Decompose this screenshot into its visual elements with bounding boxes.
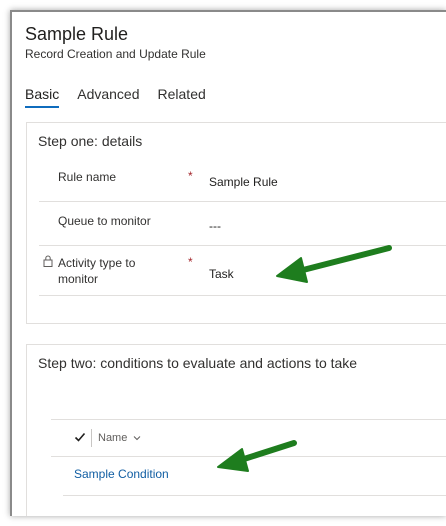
queue-label: Queue to monitor [58,214,151,228]
condition-link[interactable]: Sample Condition [74,467,169,481]
field-rule-name: Rule name * Sample Rule [39,159,446,202]
rule-name-value[interactable]: Sample Rule [209,175,278,189]
lock-icon [43,255,53,267]
window-frame: Sample Rule Record Creation and Update R… [10,10,446,516]
queue-value[interactable]: --- [209,219,221,233]
checkmark-icon[interactable] [74,431,86,443]
rule-name-label: Rule name [58,170,117,184]
page-subtitle: Record Creation and Update Rule [25,47,206,61]
required-indicator: * [188,255,193,269]
column-divider [91,429,92,447]
column-header-name[interactable]: Name [98,432,141,444]
step-two-section: Step two: conditions to evaluate and act… [26,344,446,516]
chevron-down-icon [134,436,141,441]
arrow-icon [276,245,392,283]
column-header-label: Name [98,432,128,444]
tab-bar: Basic Advanced Related [25,86,206,108]
tab-advanced[interactable]: Advanced [77,86,139,102]
activity-type-label: Activity type to monitor [58,256,136,286]
step-one-title: Step one: details [38,133,143,149]
page-title: Sample Rule [25,24,129,44]
tab-related[interactable]: Related [158,86,206,102]
tab-basic[interactable]: Basic [25,86,60,108]
required-indicator: * [188,169,193,183]
activity-type-value: Task [209,267,234,281]
step-one-section: Step one: details Rule name * Sample Rul… [26,122,446,324]
step-two-title: Step two: conditions to evaluate and act… [38,355,358,371]
arrow-icon [217,440,297,472]
